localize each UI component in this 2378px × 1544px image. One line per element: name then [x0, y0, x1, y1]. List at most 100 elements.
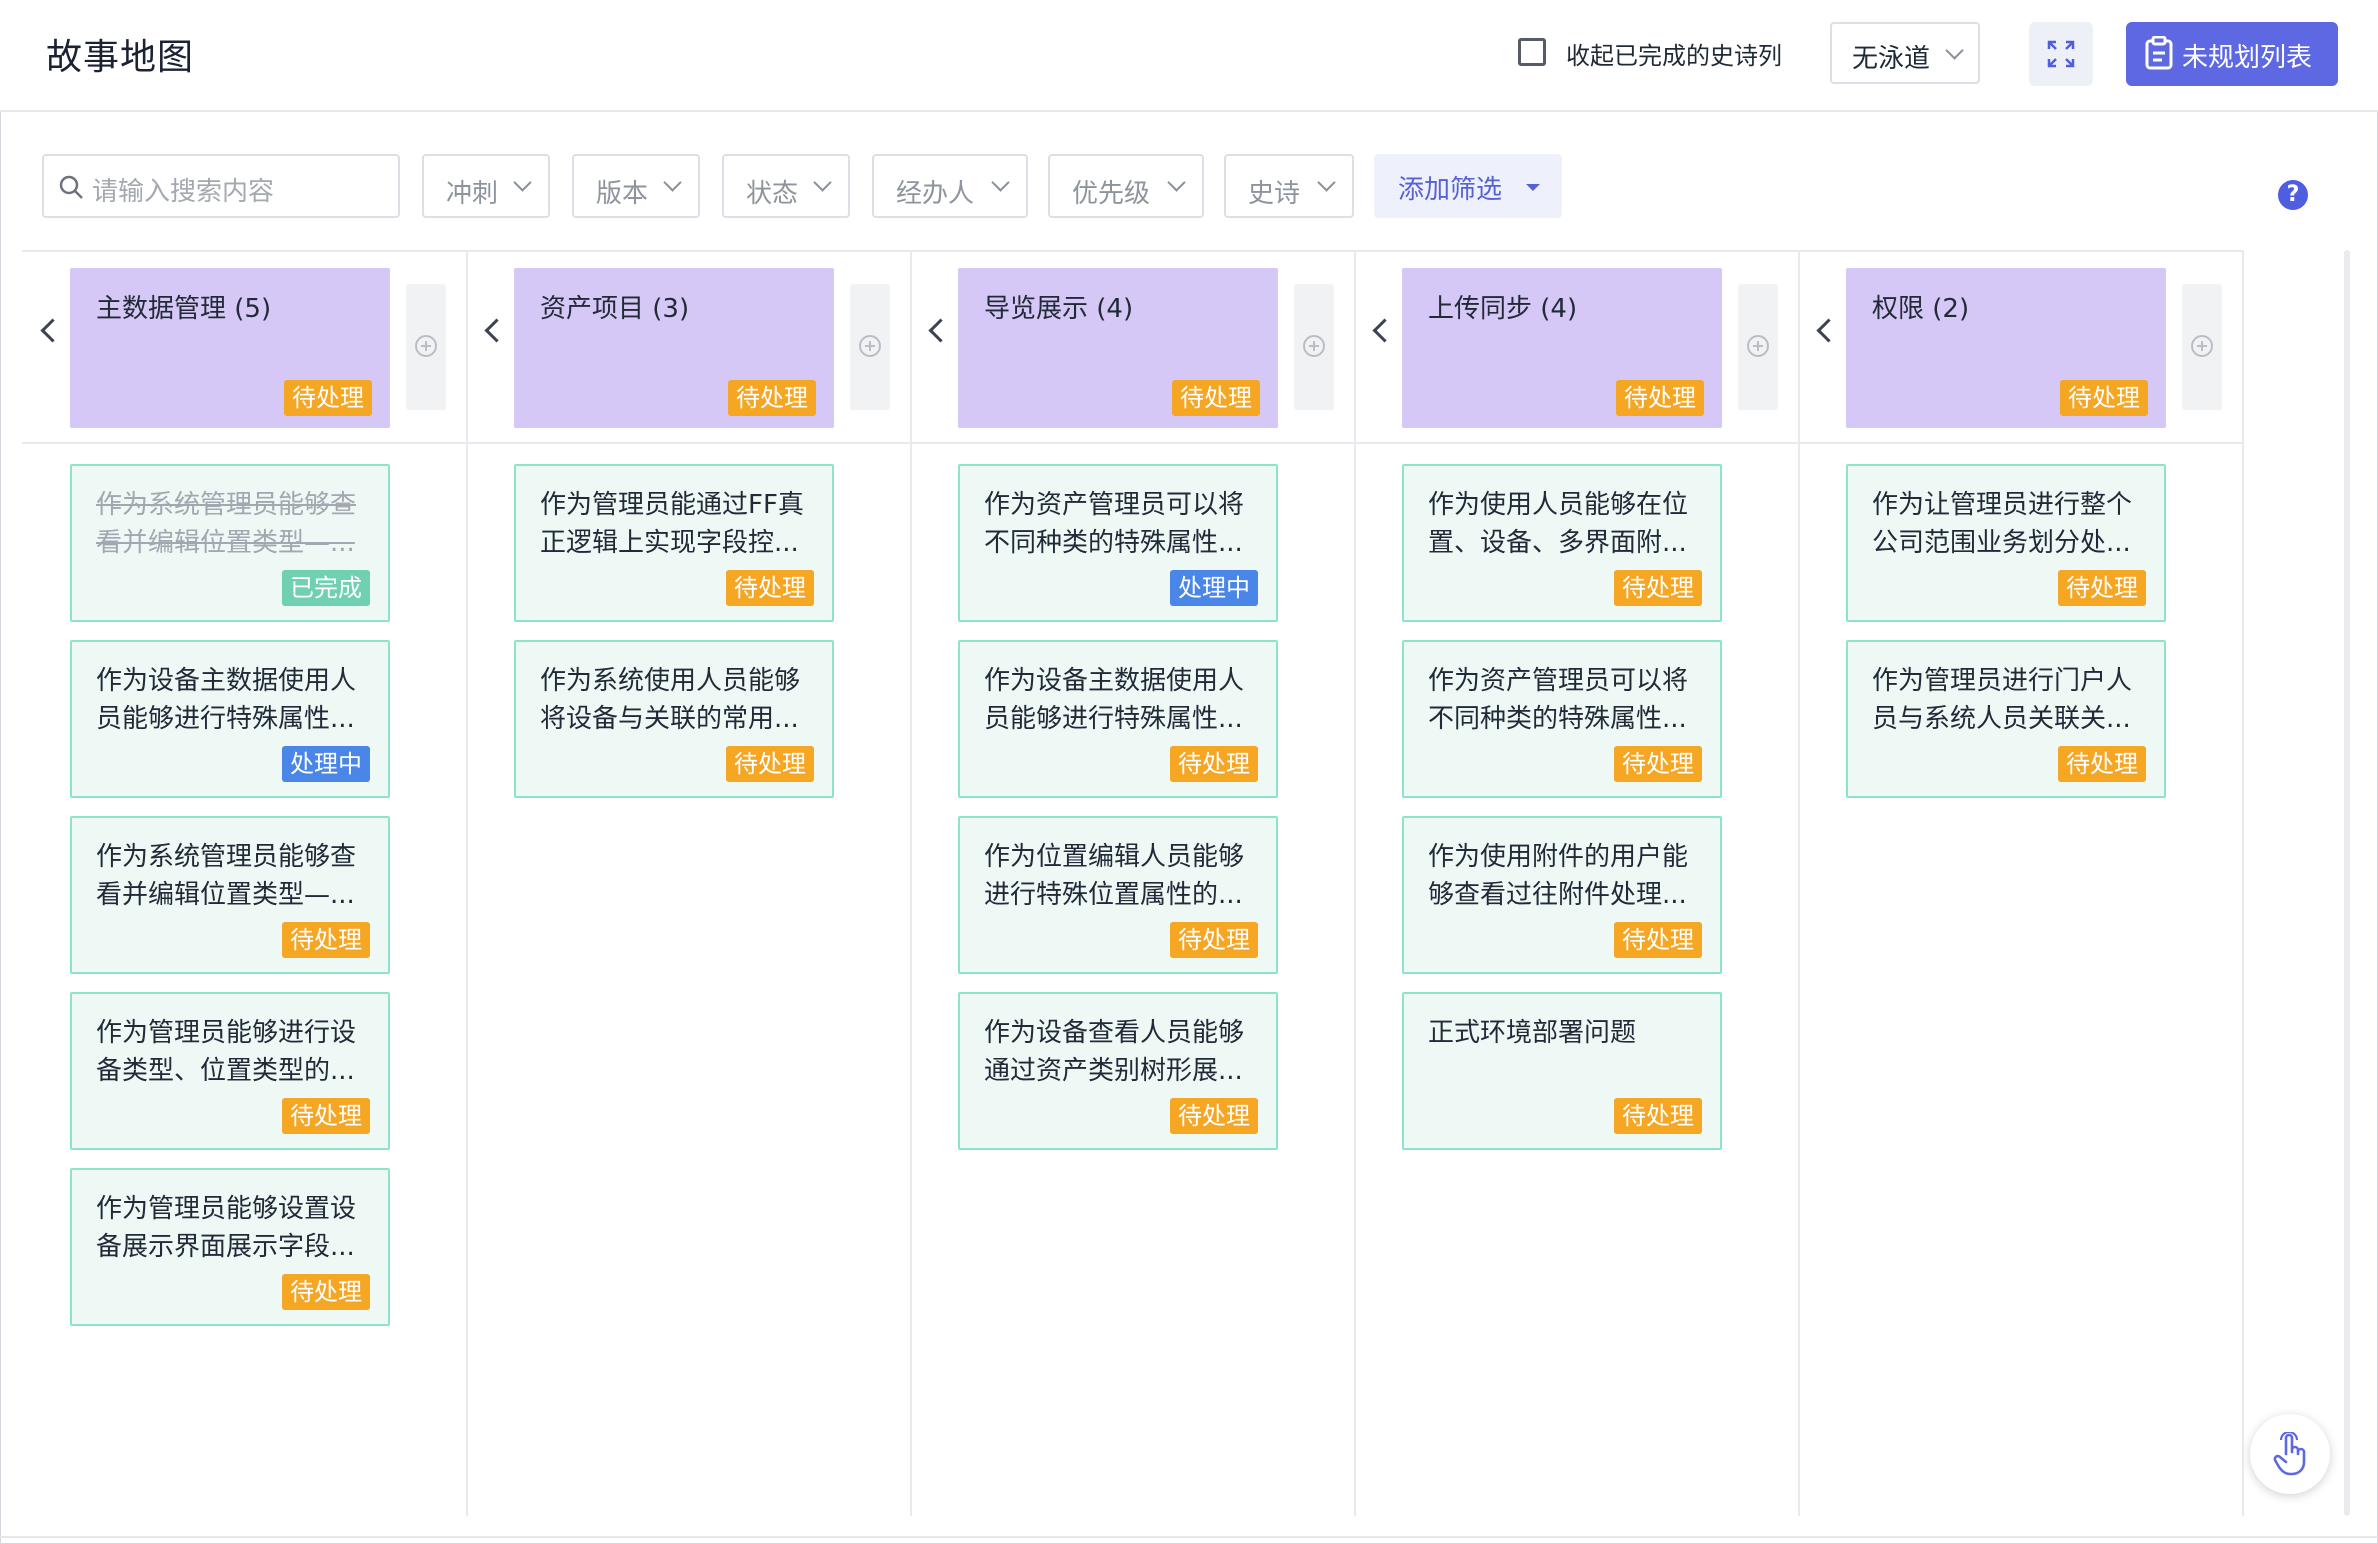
epic-card[interactable]: 资产项目 (3) 待处理 [514, 268, 834, 428]
collapse-done-checkbox[interactable] [1518, 38, 1546, 66]
story-card[interactable]: 作为管理员能够设置设备展示界面展示字段... 待处理 [70, 1168, 390, 1326]
unplanned-list-button[interactable]: 未规划列表 [2126, 22, 2338, 86]
search-icon [59, 175, 83, 199]
epic-status-badge: 待处理 [284, 380, 372, 416]
chevron-down-icon [1167, 173, 1186, 192]
plus-circle-icon [1747, 335, 1769, 357]
story-card[interactable]: 作为设备查看人员能够通过资产类别树形展... 待处理 [958, 992, 1278, 1150]
story-card[interactable]: 作为资产管理员可以将不同种类的特殊属性... 处理中 [958, 464, 1278, 622]
page-title: 故事地图 [46, 37, 195, 78]
plus-circle-icon [1303, 335, 1325, 357]
swimlane-select[interactable]: 无泳道 [1830, 22, 1980, 84]
chevron-down-icon [991, 173, 1010, 192]
filter-epic-select[interactable]: 史诗 [1224, 154, 1354, 218]
story-title: 作为使用人员能够在位置、设备、多界面附... [1428, 490, 1689, 558]
epic-row-separator [22, 442, 2244, 444]
filter-epic-label: 史诗 [1248, 179, 1301, 209]
epic-status-badge: 待处理 [1172, 380, 1260, 416]
story-card[interactable]: 作为系统管理员能够查看并编辑位置类型—... 待处理 [70, 816, 390, 974]
fullscreen-icon [2047, 40, 2075, 68]
filter-assignee-select[interactable]: 经办人 [872, 154, 1028, 218]
hand-pointer-icon [2273, 1432, 2306, 1476]
story-title: 作为设备查看人员能够通过资产类别树形展... [984, 1018, 1245, 1086]
story-title: 作为系统使用人员能够将设备与关联的常用... [540, 666, 801, 734]
filter-priority-label: 优先级 [1072, 179, 1151, 209]
story-card[interactable]: 作为让管理员进行整个公司范围业务划分处... 待处理 [1846, 464, 2166, 622]
filter-status-label: 状态 [746, 179, 799, 209]
story-title: 作为让管理员进行整个公司范围业务划分处... [1872, 490, 2133, 558]
story-card[interactable]: 正式环境部署问题 待处理 [1402, 992, 1722, 1150]
page-header: 故事地图 收起已完成的史诗列 无泳道 未规划列表 [0, 0, 2378, 112]
epic-name: 上传同步 (4) [1428, 294, 1578, 324]
story-title: 作为位置编辑人员能够进行特殊位置属性的... [984, 842, 1245, 910]
status-badge: 待处理 [2058, 746, 2146, 782]
story-card[interactable]: 作为系统管理员能够查看并编辑位置类型—... 已完成 [70, 464, 390, 622]
epic-status-badge: 待处理 [1616, 380, 1704, 416]
story-card[interactable]: 作为管理员进行门户人员与系统人员关联关... 待处理 [1846, 640, 2166, 798]
add-filter-label: 添加筛选 [1398, 175, 1503, 205]
status-badge: 待处理 [1614, 1098, 1702, 1134]
filter-sprint-select[interactable]: 冲刺 [422, 154, 550, 218]
filter-priority-select[interactable]: 优先级 [1048, 154, 1204, 218]
vertical-scrollbar[interactable] [2344, 250, 2350, 1516]
story-card[interactable]: 作为使用人员能够在位置、设备、多界面附... 待处理 [1402, 464, 1722, 622]
story-title: 正式环境部署问题 [1428, 1018, 1637, 1048]
filter-sprint-label: 冲刺 [446, 179, 499, 209]
story-card[interactable]: 作为资产管理员可以将不同种类的特殊属性... 待处理 [1402, 640, 1722, 798]
add-epic-button[interactable] [1294, 284, 1334, 410]
status-badge: 待处理 [1614, 746, 1702, 782]
clipboard-icon [2145, 36, 2173, 70]
story-card[interactable]: 作为位置编辑人员能够进行特殊位置属性的... 待处理 [958, 816, 1278, 974]
caret-down-icon [1526, 184, 1540, 191]
chevron-down-icon [1945, 41, 1964, 60]
epic-card[interactable]: 导览展示 (4) 待处理 [958, 268, 1278, 428]
status-badge: 待处理 [282, 1274, 370, 1310]
add-epic-button[interactable] [850, 284, 890, 410]
epic-card[interactable]: 主数据管理 (5) 待处理 [70, 268, 390, 428]
story-title: 作为管理员能够进行设备类型、位置类型的... [96, 1018, 357, 1086]
epic-status-badge: 待处理 [2060, 380, 2148, 416]
story-title: 作为资产管理员可以将不同种类的特殊属性... [984, 490, 1245, 558]
story-card[interactable]: 作为管理员能够进行设备类型、位置类型的... 待处理 [70, 992, 390, 1150]
collapse-done-label[interactable]: 收起已完成的史诗列 [1566, 36, 1782, 71]
add-epic-button[interactable] [1738, 284, 1778, 410]
fullscreen-button[interactable] [2029, 22, 2093, 86]
search-placeholder: 请输入搜索内容 [92, 177, 275, 207]
plus-circle-icon [859, 335, 881, 357]
status-badge: 待处理 [1614, 922, 1702, 958]
chevron-down-icon [663, 173, 682, 192]
story-card[interactable]: 作为使用附件的用户能够查看过往附件处理... 待处理 [1402, 816, 1722, 974]
epic-name: 资产项目 (3) [540, 294, 690, 324]
swimlane-select-value: 无泳道 [1852, 44, 1931, 74]
column-divider [910, 250, 912, 1516]
epic-name: 导览展示 (4) [984, 294, 1134, 324]
story-card[interactable]: 作为系统使用人员能够将设备与关联的常用... 待处理 [514, 640, 834, 798]
story-title: 作为系统管理员能够查看并编辑位置类型—... [96, 842, 357, 910]
epic-name: 主数据管理 (5) [96, 294, 272, 324]
plus-circle-icon [2191, 335, 2213, 357]
add-filter-button[interactable]: 添加筛选 [1374, 154, 1562, 218]
filter-version-select[interactable]: 版本 [572, 154, 700, 218]
filter-status-select[interactable]: 状态 [722, 154, 850, 218]
status-badge: 处理中 [282, 746, 370, 782]
story-card[interactable]: 作为设备主数据使用人员能够进行特殊属性... 待处理 [958, 640, 1278, 798]
story-title: 作为使用附件的用户能够查看过往附件处理... [1428, 842, 1689, 910]
bottom-border [0, 1536, 2378, 1538]
add-epic-button[interactable] [406, 284, 446, 410]
epic-card[interactable]: 上传同步 (4) 待处理 [1402, 268, 1722, 428]
status-badge: 已完成 [282, 570, 370, 606]
column-divider [2242, 250, 2244, 1516]
story-card[interactable]: 作为设备主数据使用人员能够进行特殊属性... 处理中 [70, 640, 390, 798]
help-icon[interactable]: ? [2278, 180, 2308, 210]
status-badge: 待处理 [726, 570, 814, 606]
epic-card[interactable]: 权限 (2) 待处理 [1846, 268, 2166, 428]
filter-assignee-label: 经办人 [896, 179, 975, 209]
search-input[interactable]: 请输入搜索内容 [42, 154, 400, 218]
status-badge: 待处理 [2058, 570, 2146, 606]
story-title: 作为管理员能通过FF真正逻辑上实现字段控... [540, 490, 804, 558]
status-badge: 处理中 [1170, 570, 1258, 606]
filter-version-label: 版本 [596, 179, 649, 209]
add-epic-button[interactable] [2182, 284, 2222, 410]
touch-assist-button[interactable] [2250, 1414, 2330, 1494]
story-card[interactable]: 作为管理员能通过FF真正逻辑上实现字段控... 待处理 [514, 464, 834, 622]
